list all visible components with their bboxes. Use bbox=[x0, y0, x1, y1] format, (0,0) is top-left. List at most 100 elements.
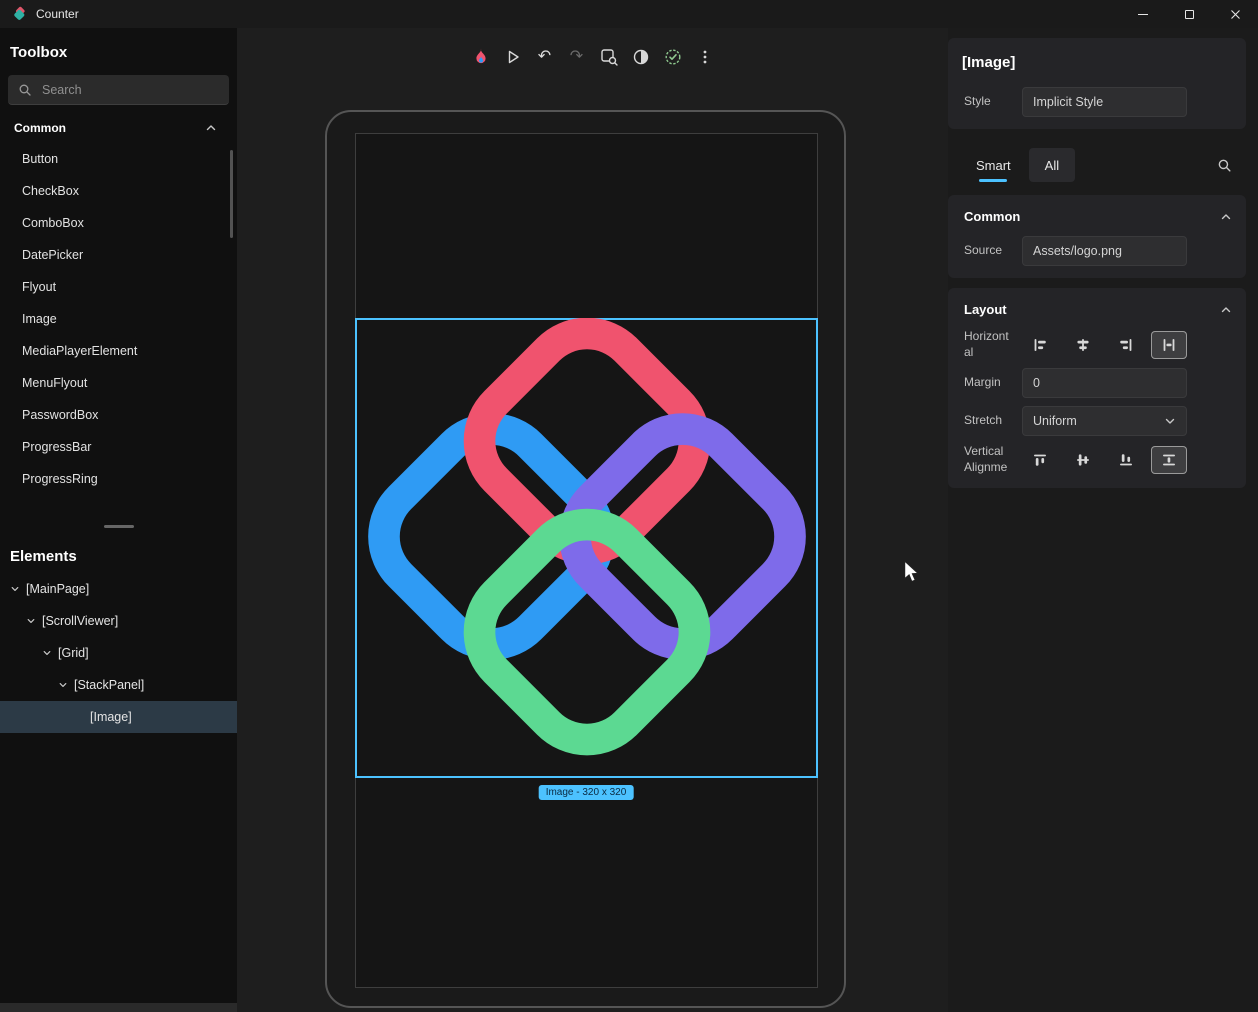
flame-icon bbox=[471, 47, 491, 67]
validate-button[interactable] bbox=[660, 44, 686, 70]
toolbox-search-input[interactable] bbox=[40, 82, 219, 98]
stretch-select[interactable]: Uniform bbox=[1022, 406, 1187, 436]
toolbox-item-progressbar[interactable]: ProgressBar bbox=[0, 431, 237, 463]
tree-item-image[interactable]: [Image] bbox=[0, 701, 237, 733]
toolbox-item-menuflyout[interactable]: MenuFlyout bbox=[0, 367, 237, 399]
tree-item-scrollviewer[interactable]: [ScrollViewer] bbox=[0, 605, 237, 637]
design-canvas[interactable]: ↶ ↷ bbox=[237, 28, 948, 1012]
canvas-toolbar: ↶ ↷ bbox=[468, 44, 718, 70]
h-align-stretch-button[interactable] bbox=[1151, 331, 1187, 359]
minimize-button[interactable] bbox=[1120, 0, 1166, 28]
more-button[interactable] bbox=[692, 44, 718, 70]
selection-size-badge: Image - 320 x 320 bbox=[539, 785, 634, 800]
chevron-up-icon[interactable] bbox=[205, 122, 217, 134]
toolbox-item-datepicker[interactable]: DatePicker bbox=[0, 239, 237, 271]
tree-item-label: [StackPanel] bbox=[74, 678, 144, 692]
theme-toggle-button[interactable] bbox=[628, 44, 654, 70]
mouse-cursor bbox=[903, 560, 920, 589]
toolbox-section-label: Common bbox=[14, 121, 66, 135]
align-bottom-icon bbox=[1118, 452, 1134, 468]
selected-image-element[interactable] bbox=[355, 318, 818, 778]
margin-input[interactable] bbox=[1022, 368, 1187, 398]
toolbox-item-image[interactable]: Image bbox=[0, 303, 237, 335]
v-align-bottom-button[interactable] bbox=[1108, 446, 1144, 474]
align-center-icon bbox=[1075, 337, 1091, 353]
tree-item-label: [Grid] bbox=[58, 646, 89, 660]
tree-item-grid[interactable]: [Grid] bbox=[0, 637, 237, 669]
chevron-down-icon[interactable] bbox=[58, 680, 68, 690]
section-common-header[interactable]: Common bbox=[948, 199, 1246, 228]
close-button[interactable] bbox=[1212, 0, 1258, 28]
v-align-top-button[interactable] bbox=[1022, 446, 1058, 474]
toolbox-title: Toolbox bbox=[0, 28, 237, 69]
search-icon bbox=[1217, 158, 1232, 173]
section-common: Common Source bbox=[948, 195, 1246, 278]
toolbox-item-button[interactable]: Button bbox=[0, 143, 237, 175]
toolbox-searchbox[interactable] bbox=[8, 75, 229, 105]
align-middle-icon bbox=[1075, 452, 1091, 468]
properties-search-button[interactable] bbox=[1217, 158, 1232, 173]
source-input[interactable] bbox=[1022, 236, 1187, 266]
toolbox-item-progressring[interactable]: ProgressRing bbox=[0, 463, 237, 495]
chevron-up-icon[interactable] bbox=[1220, 211, 1232, 223]
toolbox-panel: Toolbox Common Button CheckBox ComboBox … bbox=[0, 28, 237, 520]
h-align-left-button[interactable] bbox=[1022, 331, 1058, 359]
toolbox-scrollbar[interactable] bbox=[230, 150, 233, 238]
elements-title: Elements bbox=[0, 532, 237, 573]
properties-panel: [Image] Style Smart All Common Source bbox=[948, 28, 1258, 1012]
toolbox-item-flyout[interactable]: Flyout bbox=[0, 271, 237, 303]
toolbox-section-common[interactable]: Common bbox=[0, 105, 237, 143]
sidebar-horizontal-scrollbar[interactable] bbox=[0, 1003, 237, 1012]
chevron-down-icon[interactable] bbox=[10, 584, 20, 594]
play-button[interactable] bbox=[500, 44, 526, 70]
source-label: Source bbox=[964, 243, 1012, 259]
window-controls bbox=[1120, 0, 1258, 28]
align-right-icon bbox=[1118, 337, 1134, 353]
v-align-center-button[interactable] bbox=[1065, 446, 1101, 474]
tab-all[interactable]: All bbox=[1029, 148, 1075, 182]
h-align-center-button[interactable] bbox=[1065, 331, 1101, 359]
minimize-icon bbox=[1138, 14, 1148, 15]
panel-splitter[interactable] bbox=[0, 520, 237, 532]
v-align-stretch-button[interactable] bbox=[1151, 446, 1187, 474]
toolbox-item-checkbox[interactable]: CheckBox bbox=[0, 175, 237, 207]
inspect-icon bbox=[599, 47, 619, 67]
check-badge-icon bbox=[663, 47, 683, 67]
section-layout-title: Layout bbox=[964, 302, 1007, 317]
stretch-label: Stretch bbox=[964, 413, 1012, 429]
tree-item-label: [MainPage] bbox=[26, 582, 89, 596]
maximize-button[interactable] bbox=[1166, 0, 1212, 28]
left-sidebar: Toolbox Common Button CheckBox ComboBox … bbox=[0, 28, 237, 1012]
hot-design-button[interactable] bbox=[468, 44, 494, 70]
toolbox-item-combobox[interactable]: ComboBox bbox=[0, 207, 237, 239]
undo-button[interactable]: ↶ bbox=[532, 44, 558, 70]
inspect-button[interactable] bbox=[596, 44, 622, 70]
redo-button[interactable]: ↷ bbox=[564, 44, 590, 70]
style-label: Style bbox=[964, 94, 1012, 110]
toolbox-item-mediaplayerelement[interactable]: MediaPlayerElement bbox=[0, 335, 237, 367]
chevron-down-icon[interactable] bbox=[42, 648, 52, 658]
splitter-grip-icon bbox=[104, 525, 134, 528]
align-stretch-horizontal-icon bbox=[1161, 337, 1177, 353]
tree-item-mainpage[interactable]: [MainPage] bbox=[0, 573, 237, 605]
tab-smart[interactable]: Smart bbox=[960, 148, 1027, 182]
elements-tree: [MainPage] [ScrollViewer] [Grid] [StackP… bbox=[0, 573, 237, 733]
toolbox-item-passwordbox[interactable]: PasswordBox bbox=[0, 399, 237, 431]
logo-image bbox=[357, 318, 817, 778]
section-layout: Layout Horizontal Margin bbox=[948, 288, 1246, 488]
vertical-alignment-group bbox=[1022, 446, 1187, 474]
chevron-up-icon[interactable] bbox=[1220, 304, 1232, 316]
selected-element-title: [Image] bbox=[948, 42, 1246, 79]
toolbox-list: Button CheckBox ComboBox DatePicker Flyo… bbox=[0, 143, 237, 495]
style-input[interactable] bbox=[1022, 87, 1187, 117]
h-align-right-button[interactable] bbox=[1108, 331, 1144, 359]
align-left-icon bbox=[1032, 337, 1048, 353]
tab-active-indicator bbox=[979, 179, 1007, 182]
tree-item-stackpanel[interactable]: [StackPanel] bbox=[0, 669, 237, 701]
chevron-down-icon bbox=[1164, 415, 1176, 427]
app-logo-icon bbox=[12, 6, 28, 22]
selected-element-card: [Image] Style bbox=[948, 38, 1246, 129]
section-layout-header[interactable]: Layout bbox=[948, 292, 1246, 321]
chevron-down-icon[interactable] bbox=[26, 616, 36, 626]
stretch-value: Uniform bbox=[1033, 414, 1077, 428]
